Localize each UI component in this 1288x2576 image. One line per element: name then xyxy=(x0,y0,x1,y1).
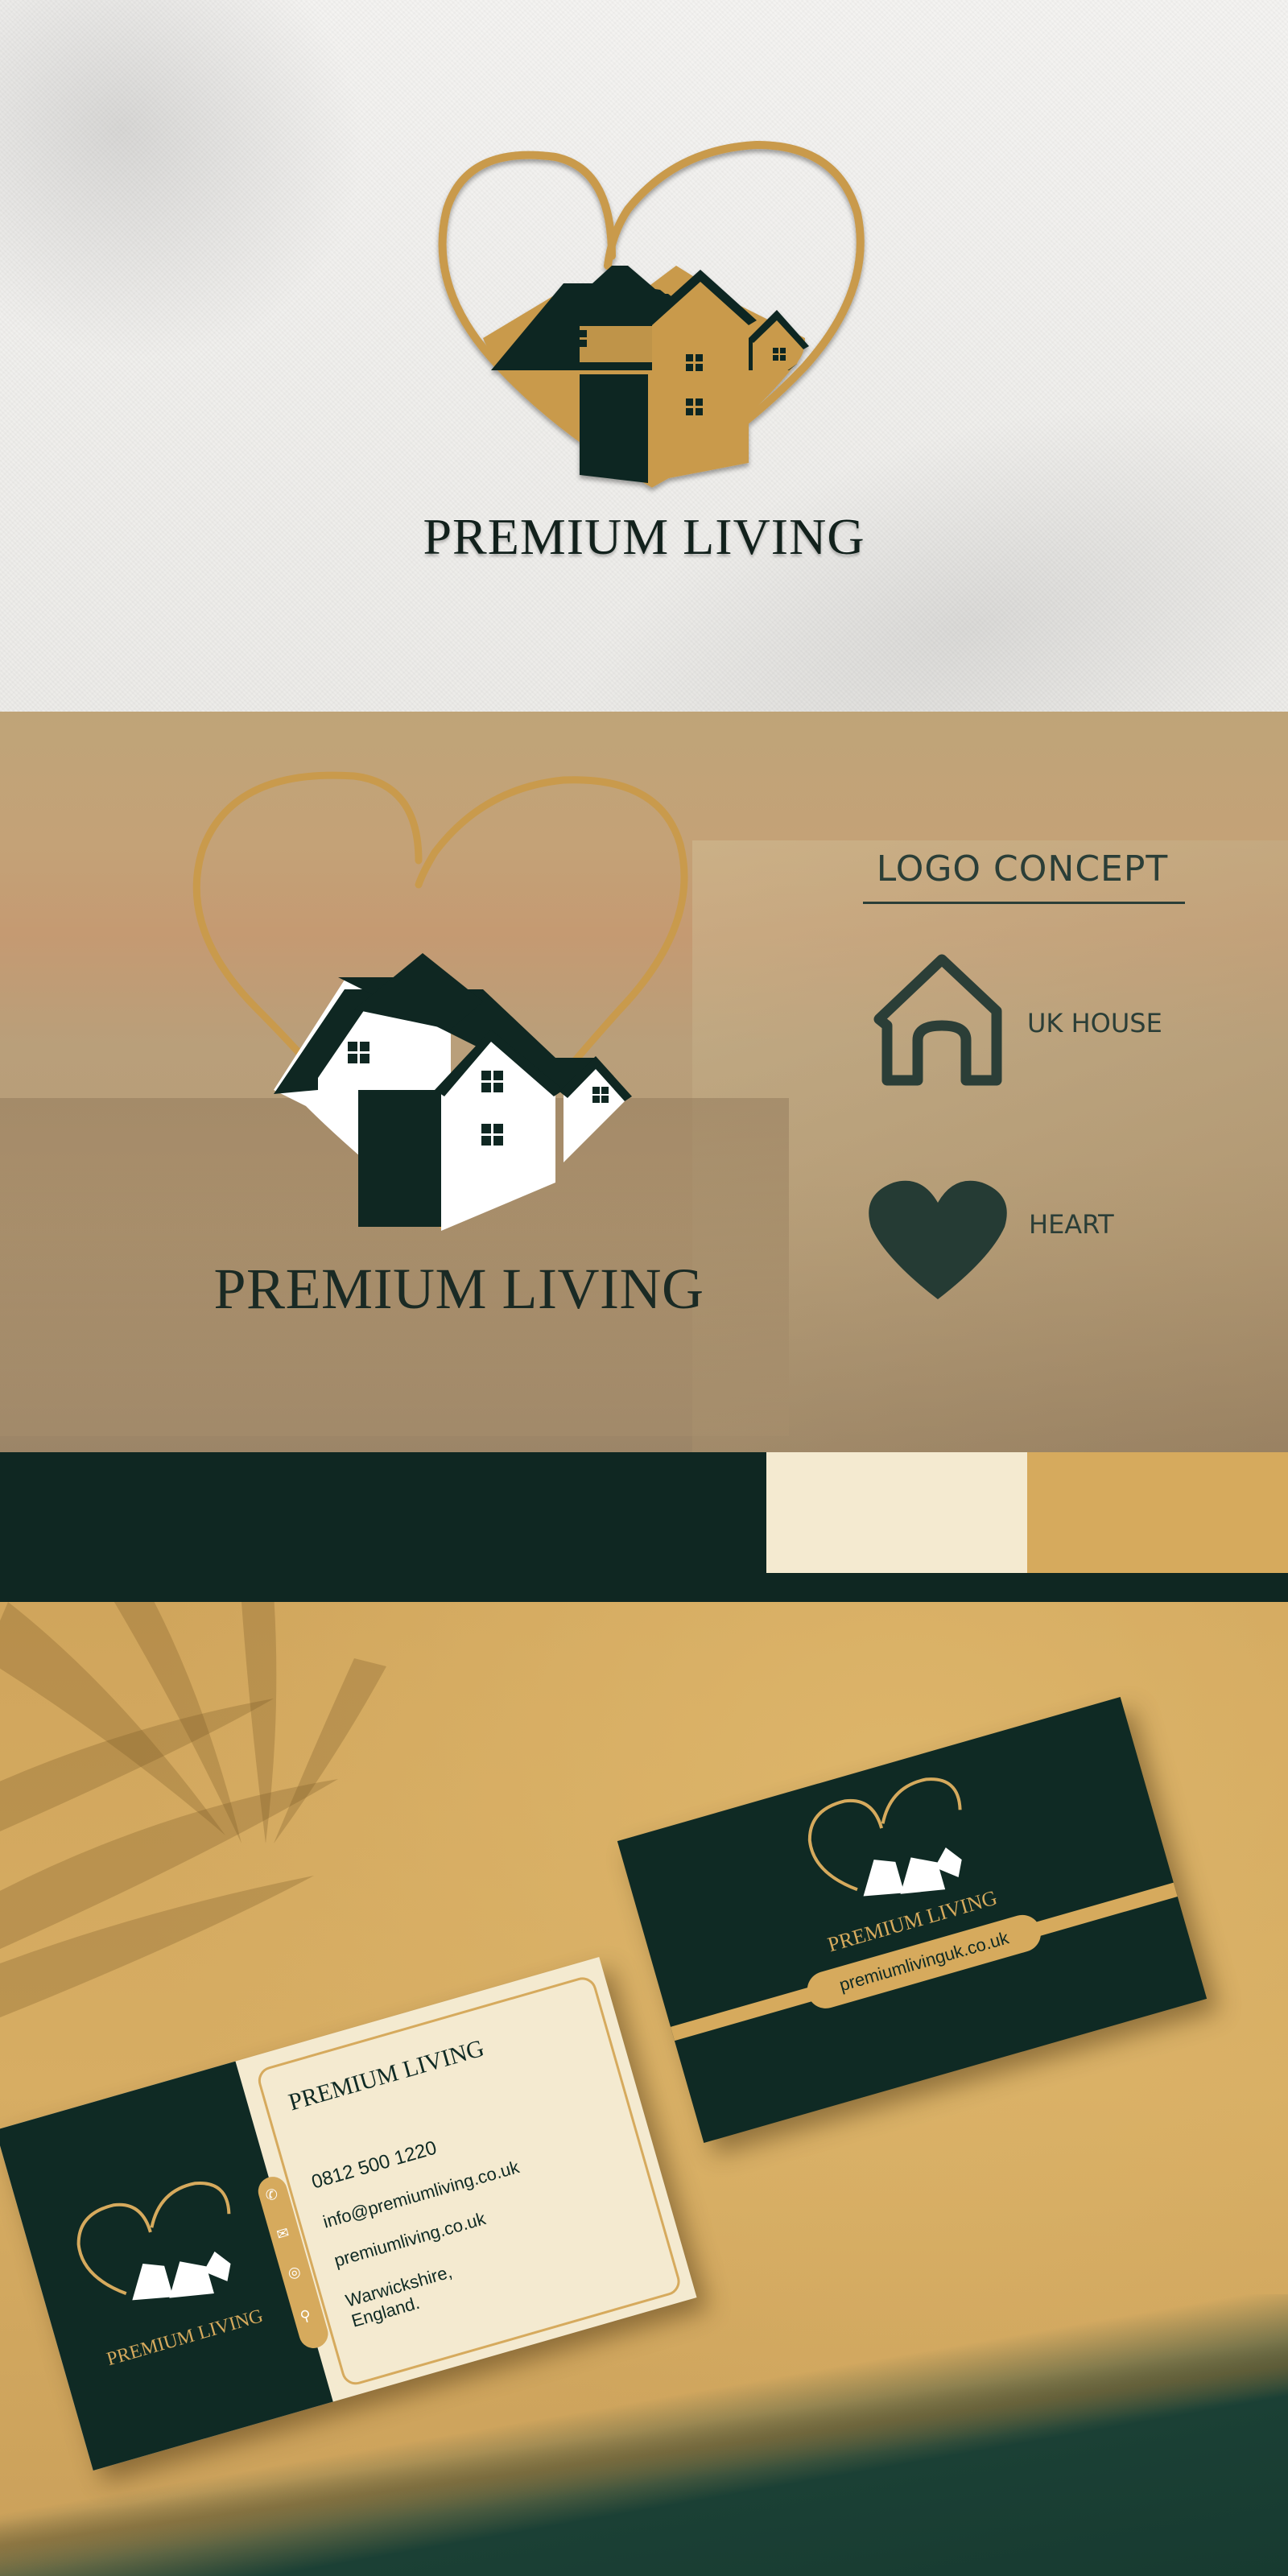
premium-living-logo-icon xyxy=(438,140,865,488)
business-card-back: premiumlivinguk.co.uk PREMIUM LIVING xyxy=(617,1696,1208,2144)
concept-heading-underline xyxy=(863,902,1185,904)
brand-title: PREMIUM LIVING xyxy=(213,1257,704,1321)
palette-swatch-cream xyxy=(766,1452,1027,1573)
concept-label-uk-house: UK HOUSE xyxy=(1027,1008,1162,1038)
concept-label-heart: HEART xyxy=(1029,1209,1114,1240)
embossed-logo-mockup: PREMIUM LIVING xyxy=(0,0,1288,712)
palette-swatch-gold xyxy=(1027,1452,1288,1573)
heart-icon xyxy=(869,1180,1007,1299)
house-outline-icon xyxy=(873,954,1002,1086)
business-card-mockup: premiumlivinguk.co.uk PREMIUM LIVING PRE… xyxy=(0,1602,1288,2576)
brand-title: PREMIUM LIVING xyxy=(423,508,865,565)
color-palette xyxy=(0,1452,1288,1602)
concept-heading: LOGO CONCEPT xyxy=(876,848,1169,890)
premium-living-logo-icon xyxy=(192,771,688,1231)
logo-concept-panel: PREMIUM LIVING LOGO CONCEPT UK HOUSE HEA… xyxy=(0,712,1288,1452)
